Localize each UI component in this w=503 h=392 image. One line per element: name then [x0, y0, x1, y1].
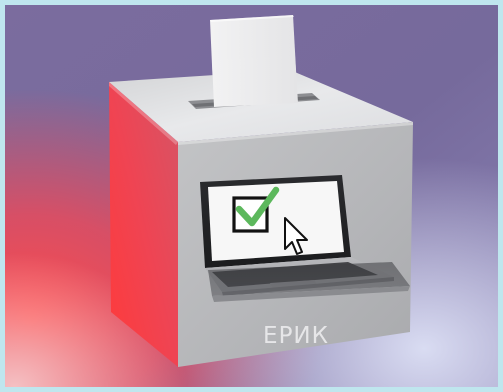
ballot-box-label: ЕРИК: [263, 323, 329, 349]
ballot-box-illustration: ЕРИК: [0, 0, 503, 392]
